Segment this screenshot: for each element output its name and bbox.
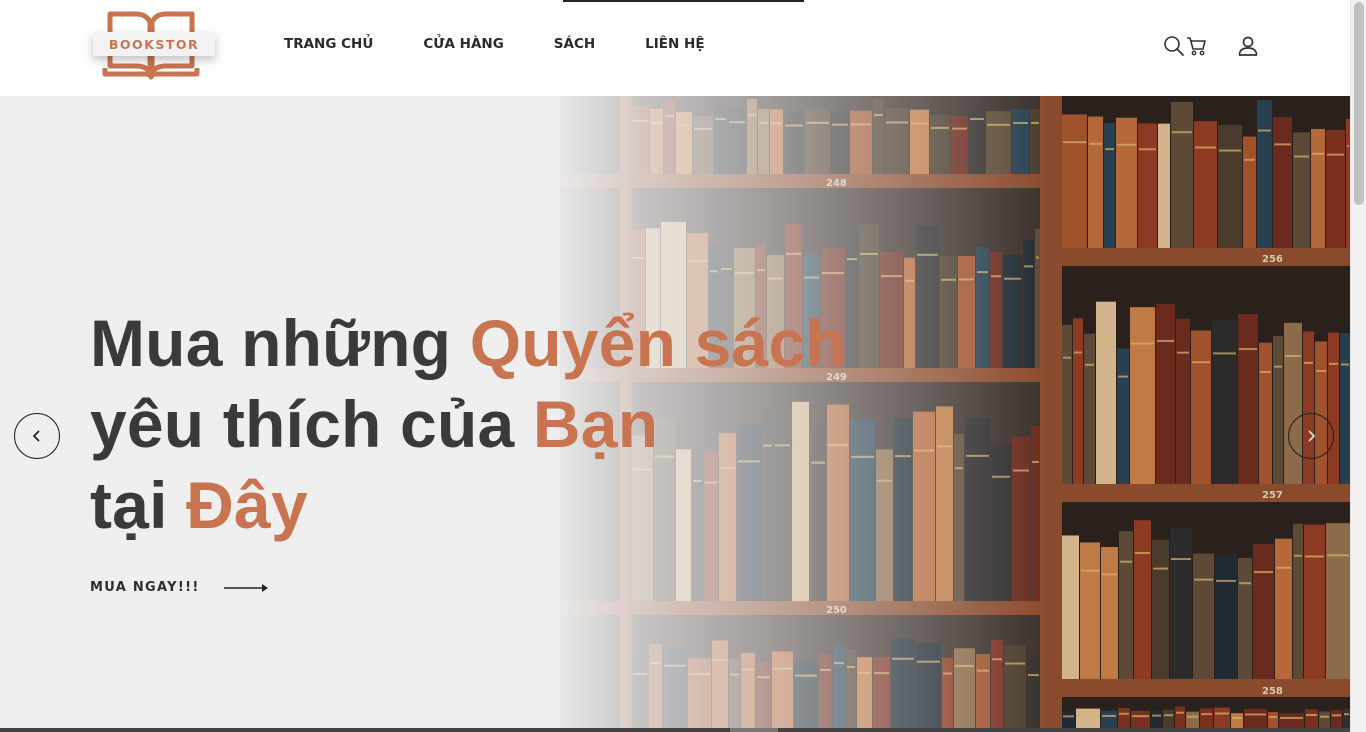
- cart-icon[interactable]: [1186, 35, 1208, 57]
- nav-home[interactable]: TRANG CHỦ: [284, 35, 373, 53]
- headline-line-3: tại Đây: [90, 468, 308, 542]
- buy-now-label: MUA NGAY!!!: [90, 580, 200, 595]
- hero-headline: Mua những Quyển sách yêu thích của Bạn t…: [90, 303, 850, 546]
- bottom-strip: [0, 728, 1350, 732]
- logo[interactable]: BOOKSTOR: [88, 8, 220, 80]
- user-icon[interactable]: [1237, 35, 1259, 57]
- logo-text: BOOKSTOR: [93, 32, 215, 56]
- nav-contact[interactable]: LIÊN HỆ: [645, 35, 704, 53]
- nav-books[interactable]: SÁCH: [554, 35, 595, 53]
- slider-next-button[interactable]: [1288, 413, 1334, 459]
- main-nav: TRANG CHỦ CỬA HÀNG SÁCH LIÊN HỆ: [284, 35, 755, 53]
- scrollbar-thumb[interactable]: [1354, 2, 1364, 205]
- hero-slider: 248 256 249 257 250 258 Mua những Quyển …: [0, 96, 1350, 732]
- nav-shop[interactable]: CỬA HÀNG: [423, 35, 503, 53]
- buy-now-link[interactable]: MUA NGAY!!!: [90, 580, 270, 595]
- arrow-right-icon: [223, 583, 268, 592]
- chevron-right-icon: [1308, 430, 1316, 442]
- slider-prev-button[interactable]: [14, 413, 60, 459]
- chevron-left-icon: [32, 430, 40, 442]
- page-scrollbar[interactable]: [1350, 0, 1366, 732]
- headline-line-2: yêu thích của Bạn: [90, 387, 659, 461]
- headline-line-1: Mua những Quyển sách: [90, 306, 846, 380]
- search-icon[interactable]: [1163, 35, 1185, 57]
- top-loading-line: [563, 0, 804, 2]
- site-header: BOOKSTOR TRANG CHỦ CỬA HÀNG SÁCH LIÊN HỆ: [0, 0, 1350, 96]
